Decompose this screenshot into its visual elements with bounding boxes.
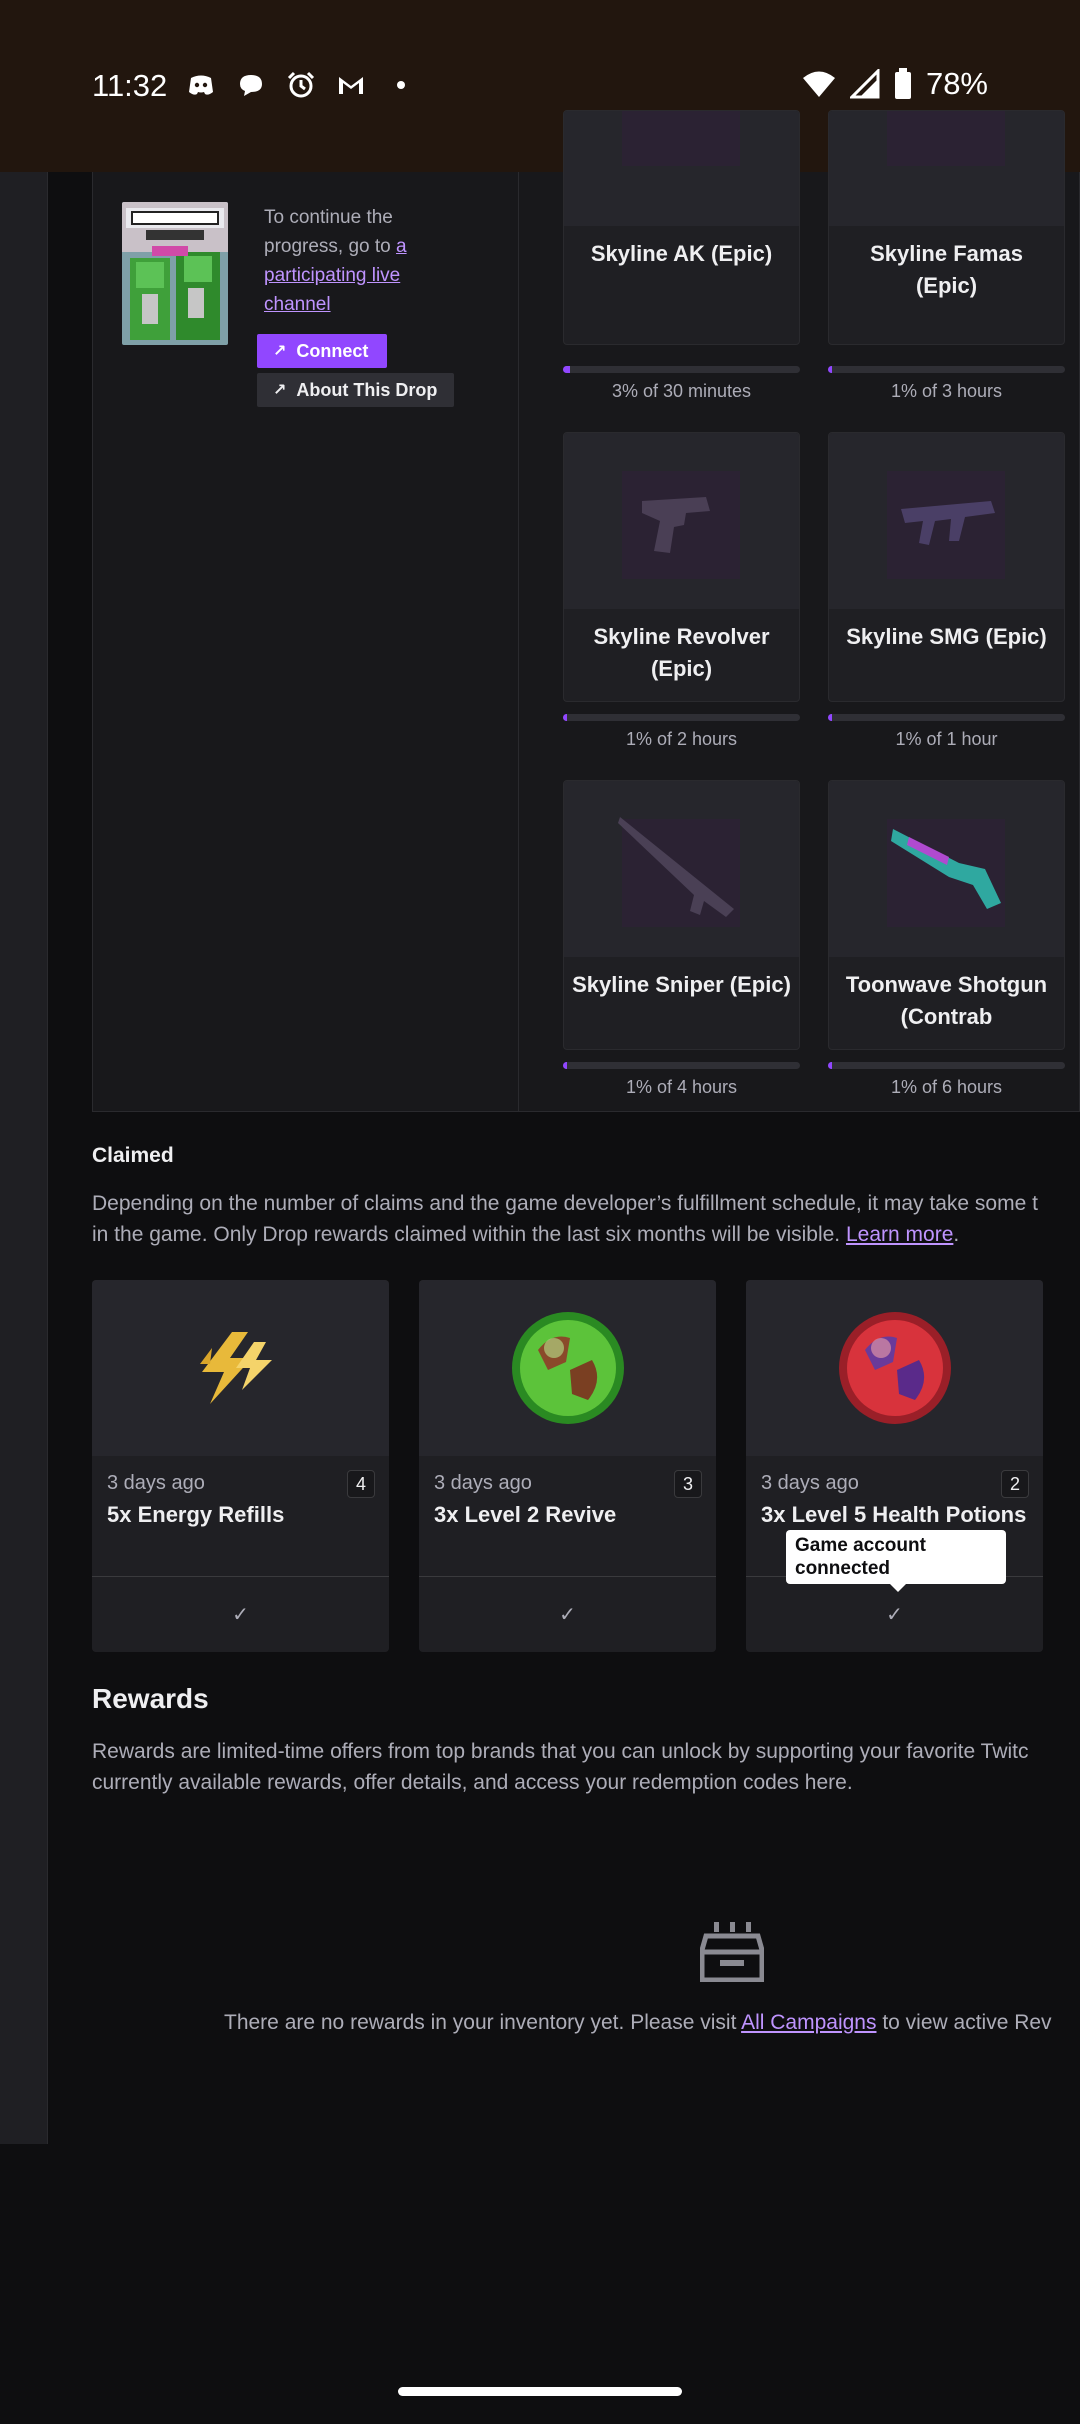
energy-refill-icon: [200, 1332, 272, 1404]
claim-count-badge: 2: [1001, 1470, 1029, 1498]
drop-progress-bar: [563, 366, 800, 373]
signal-icon: [849, 69, 880, 99]
smg-icon: [901, 501, 995, 545]
drop-progress-bar: [563, 1062, 800, 1069]
revolver-icon: [642, 497, 710, 553]
drop-item-name: Skyline SMG (Epic): [846, 624, 1047, 649]
learn-more-link[interactable]: Learn more: [846, 1223, 953, 1246]
drop-card[interactable]: Skyline AK (Epic): [563, 110, 800, 345]
battery-percent: 78%: [925, 66, 988, 101]
claim-time: 3 days ago: [434, 1472, 532, 1494]
connect-button[interactable]: ↗ Connect: [257, 334, 387, 368]
empty-rewards-suffix: to view active Rev: [876, 2011, 1052, 2034]
external-arrow-icon: ↗: [273, 343, 287, 360]
checkmark-icon: ✓: [559, 1604, 576, 1626]
claim-title: 3x Level 5 Health Potions: [761, 1502, 1027, 1527]
drop-item-name: Skyline Sniper (Epic): [572, 972, 791, 997]
claim-time: 3 days ago: [107, 1472, 205, 1494]
reward-image: [419, 1280, 716, 1456]
drop-item-image: [829, 433, 1064, 609]
battery-icon: [894, 68, 911, 99]
about-drop-label: About This Drop: [296, 379, 438, 400]
drop-progress-text: 1% of 3 hours: [890, 381, 1003, 401]
alarm-icon: [287, 71, 315, 98]
drop-progress-bar: [828, 366, 1065, 373]
status-time: 11:32: [92, 68, 168, 103]
empty-rewards-prefix: There are no rewards in your inventory y…: [224, 2011, 742, 2034]
drop-progress-bar: [828, 714, 1065, 721]
claim-count-badge: 3: [674, 1470, 702, 1498]
claim-title: 3x Level 2 Revive: [434, 1502, 617, 1527]
drop-item-image: [829, 111, 1064, 226]
claimed-desc-line2: in the game. Only Drop rewards claimed w…: [92, 1219, 1080, 1250]
reward-image: [746, 1280, 1043, 1456]
claim-status-footer: ✓: [92, 1576, 389, 1652]
drop-card[interactable]: Toonwave Shotgun (Contrab: [828, 780, 1065, 1050]
sniper-icon: [618, 817, 734, 917]
reward-image: [92, 1280, 389, 1456]
claim-count-badge: 4: [347, 1470, 375, 1498]
chat-bubble-icon: [240, 75, 262, 96]
panel-divider: [518, 172, 519, 1112]
drop-card[interactable]: Skyline SMG (Epic): [828, 432, 1065, 702]
revive-orb-icon: [512, 1312, 624, 1424]
claimed-reward-card[interactable]: 3 days ago 3 3x Level 2 Revive ✓: [419, 1280, 716, 1652]
drop-card[interactable]: Skyline Revolver (Epic): [563, 432, 800, 702]
claim-status-footer: ✓: [419, 1576, 716, 1652]
drop-progress-bar: [563, 714, 800, 721]
claim-title: 5x Energy Refills: [107, 1502, 285, 1527]
drop-progress-bar: [828, 1062, 1065, 1069]
claimed-heading: Claimed: [92, 1144, 174, 1167]
claimed-desc-line2-text: in the game. Only Drop rewards claimed w…: [92, 1223, 846, 1246]
shotgun-icon: [891, 829, 1001, 909]
side-nav-rail: [0, 172, 48, 2144]
notification-icons: [186, 70, 416, 100]
drop-item-name: Skyline Famas (Epic): [870, 241, 1023, 298]
continue-progress-text: To continue the progress, go to a partic…: [264, 203, 434, 319]
claim-time: 3 days ago: [761, 1472, 859, 1494]
status-right: 78%: [802, 66, 988, 102]
drop-item-name: Skyline Revolver (Epic): [593, 624, 770, 681]
health-potion-orb-icon: [839, 1312, 951, 1424]
home-indicator[interactable]: [398, 2387, 682, 2396]
dot-icon: [397, 81, 405, 89]
rewards-description: Rewards are limited-time offers from top…: [92, 1736, 1080, 1798]
drop-item-name: Toonwave Shotgun (Contrab: [845, 972, 1048, 1029]
rewards-desc-line1: Rewards are limited-time offers from top…: [92, 1740, 1029, 1763]
drop-progress-text: 3% of 30 minutes: [611, 381, 752, 401]
rewards-desc-line2: currently available rewards, offer detai…: [92, 1771, 853, 1794]
drop-item-image: [564, 111, 799, 226]
gmail-icon: [339, 77, 363, 94]
game-account-tooltip: Game account connected: [786, 1530, 1006, 1592]
drop-card[interactable]: Skyline Sniper (Epic): [563, 780, 800, 1050]
drop-progress-text: 1% of 1 hour: [895, 729, 998, 749]
external-arrow-icon: ↗: [273, 382, 287, 399]
claimed-reward-card[interactable]: 3 days ago 4 5x Energy Refills ✓: [92, 1280, 389, 1652]
game-cover-image[interactable]: [122, 202, 228, 345]
drop-progress-text: 1% of 6 hours: [890, 1077, 1003, 1097]
drop-card[interactable]: Skyline Famas (Epic): [828, 110, 1065, 345]
claimed-reward-card[interactable]: 3 days ago 2 3x Level 5 Health Potions ✓: [746, 1280, 1043, 1652]
empty-rewards-text: There are no rewards in your inventory y…: [224, 2011, 1080, 2035]
claimed-description: Depending on the number of claims and th…: [92, 1188, 1080, 1250]
drop-progress-text: 1% of 2 hours: [625, 729, 738, 749]
connect-button-label: Connect: [296, 340, 369, 361]
claimed-desc-line1: Depending on the number of claims and th…: [92, 1192, 1038, 1215]
drop-item-image: [564, 781, 799, 957]
drop-item-image: [829, 781, 1064, 957]
checkmark-icon: ✓: [886, 1604, 903, 1626]
wifi-icon: [802, 71, 835, 97]
about-drop-button[interactable]: ↗ About This Drop: [257, 373, 454, 407]
rewards-heading: Rewards: [92, 1683, 209, 1714]
all-campaigns-link[interactable]: All Campaigns: [741, 2011, 876, 2034]
drop-item-name: Skyline AK (Epic): [590, 241, 773, 266]
discord-icon: [189, 75, 213, 95]
drop-item-image: [564, 433, 799, 609]
claimed-desc-period: .: [953, 1223, 960, 1246]
checkmark-icon: ✓: [232, 1604, 249, 1626]
continue-text-prefix: To continue the progress, go to: [264, 207, 397, 257]
empty-inventory-icon: [700, 1922, 764, 1982]
drop-progress-text: 1% of 4 hours: [625, 1077, 738, 1097]
